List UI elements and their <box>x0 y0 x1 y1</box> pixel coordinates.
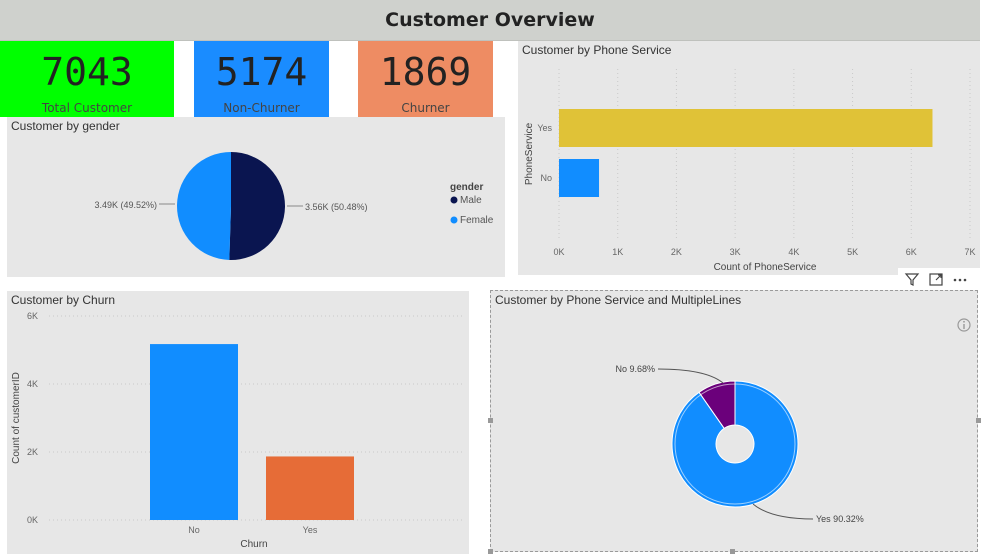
x-axis-label: Churn <box>240 539 267 550</box>
x-tick-label: 7K <box>964 247 975 257</box>
data-label: 3.56K (50.48%) <box>305 202 368 212</box>
chart-title: Customer by Phone Service <box>522 43 672 57</box>
card-label: Non-Churner <box>223 101 300 115</box>
chart-title: Customer by Phone Service and MultipleLi… <box>495 293 742 307</box>
resize-handle[interactable] <box>730 549 735 554</box>
y-tick-label: 4K <box>27 379 38 389</box>
filter-icon[interactable] <box>904 271 920 287</box>
x-tick-label: 3K <box>730 247 741 257</box>
chart-title: Customer by Churn <box>11 293 116 307</box>
card-non-churner[interactable]: 5174 Non-Churner <box>194 41 329 117</box>
card-label: Total Customer <box>41 101 133 115</box>
x-tick-label: No <box>188 525 200 535</box>
more-options-icon[interactable] <box>952 271 968 287</box>
visual-header-toolbar <box>898 268 980 290</box>
y-axis-label: PhoneService <box>524 122 535 185</box>
x-tick-label: 4K <box>788 247 799 257</box>
card-churner[interactable]: 1869 Churner <box>358 41 493 117</box>
phone-service-bar-chart: 0K 1K 2K 3K 4K 5K 6K 7K Yes No Count of PhoneServi… <box>524 69 976 273</box>
phone-service-chart-panel[interactable]: Customer by Phone Service 0K 1K 2K 3K 4K 5K 6K… <box>518 41 980 275</box>
card-value: 7043 <box>41 50 133 94</box>
card-value: 1869 <box>379 50 472 94</box>
data-label: 3.49K (49.52%) <box>94 200 157 210</box>
y-axis-label: Count of customerID <box>11 372 22 464</box>
chart-title: Customer by gender <box>11 119 120 133</box>
card-total-customer[interactable]: 7043 Total Customer <box>0 41 174 117</box>
bar-yes <box>266 456 354 520</box>
x-tick-label: 2K <box>671 247 682 257</box>
label-leader-line <box>657 368 724 384</box>
resize-handle[interactable] <box>488 418 493 423</box>
info-icon[interactable] <box>956 317 972 333</box>
card-label: Churner <box>401 101 450 115</box>
pie-slice-male <box>229 152 286 260</box>
x-tick-label: 1K <box>612 247 623 257</box>
x-axis-label: Count of PhoneService <box>714 262 817 273</box>
legend-marker <box>450 196 458 204</box>
resize-handle[interactable] <box>488 549 493 554</box>
dashboard-title: Customer Overview <box>385 9 595 31</box>
churn-bar-chart: 0K 2K 4K 6K No Yes Churn Count of customerID <box>11 311 463 550</box>
x-tick-label: 5K <box>847 247 858 257</box>
multiplelines-chart-panel[interactable]: Customer by Phone Service and MultipleLi… <box>490 290 978 552</box>
resize-handle[interactable] <box>976 418 981 423</box>
legend-marker <box>450 216 458 224</box>
legend-label: Male <box>460 195 482 206</box>
multiplelines-donut-chart: No 9.68% Yes 90.32% <box>615 364 864 524</box>
pie-slice-female <box>177 152 231 260</box>
y-tick-label: 0K <box>27 515 38 525</box>
gender-chart-panel[interactable]: Customer by gender 3.56K (50.48%) 3.49K (… <box>7 117 505 277</box>
bar-yes <box>559 109 933 147</box>
focus-mode-icon[interactable] <box>928 271 944 287</box>
y-tick-label: Yes <box>537 123 552 133</box>
churn-chart-panel[interactable]: Customer by Churn 0K 2K 4K 6K No Yes Churn Coun… <box>7 291 469 554</box>
bar-no <box>559 159 600 197</box>
y-tick-label: 6K <box>27 311 38 321</box>
x-tick-label: 0K <box>553 247 564 257</box>
bar-no <box>150 344 238 520</box>
data-label: No 9.68% <box>615 364 655 374</box>
x-tick-label: Yes <box>303 525 318 535</box>
label-leader-line <box>752 503 814 520</box>
x-tick-label: 6K <box>906 247 917 257</box>
gender-pie-chart: 3.56K (50.48%) 3.49K (49.52%) gender Male Fe… <box>94 152 494 260</box>
y-tick-label: No <box>540 173 552 183</box>
y-tick-label: 2K <box>27 447 38 457</box>
legend-label: Female <box>460 215 494 226</box>
donut-slice-yes <box>671 380 799 508</box>
dashboard-title-bar: Customer Overview <box>0 0 980 41</box>
data-label: Yes 90.32% <box>816 514 864 524</box>
legend-title: gender <box>450 182 483 193</box>
card-value: 5174 <box>215 50 308 94</box>
